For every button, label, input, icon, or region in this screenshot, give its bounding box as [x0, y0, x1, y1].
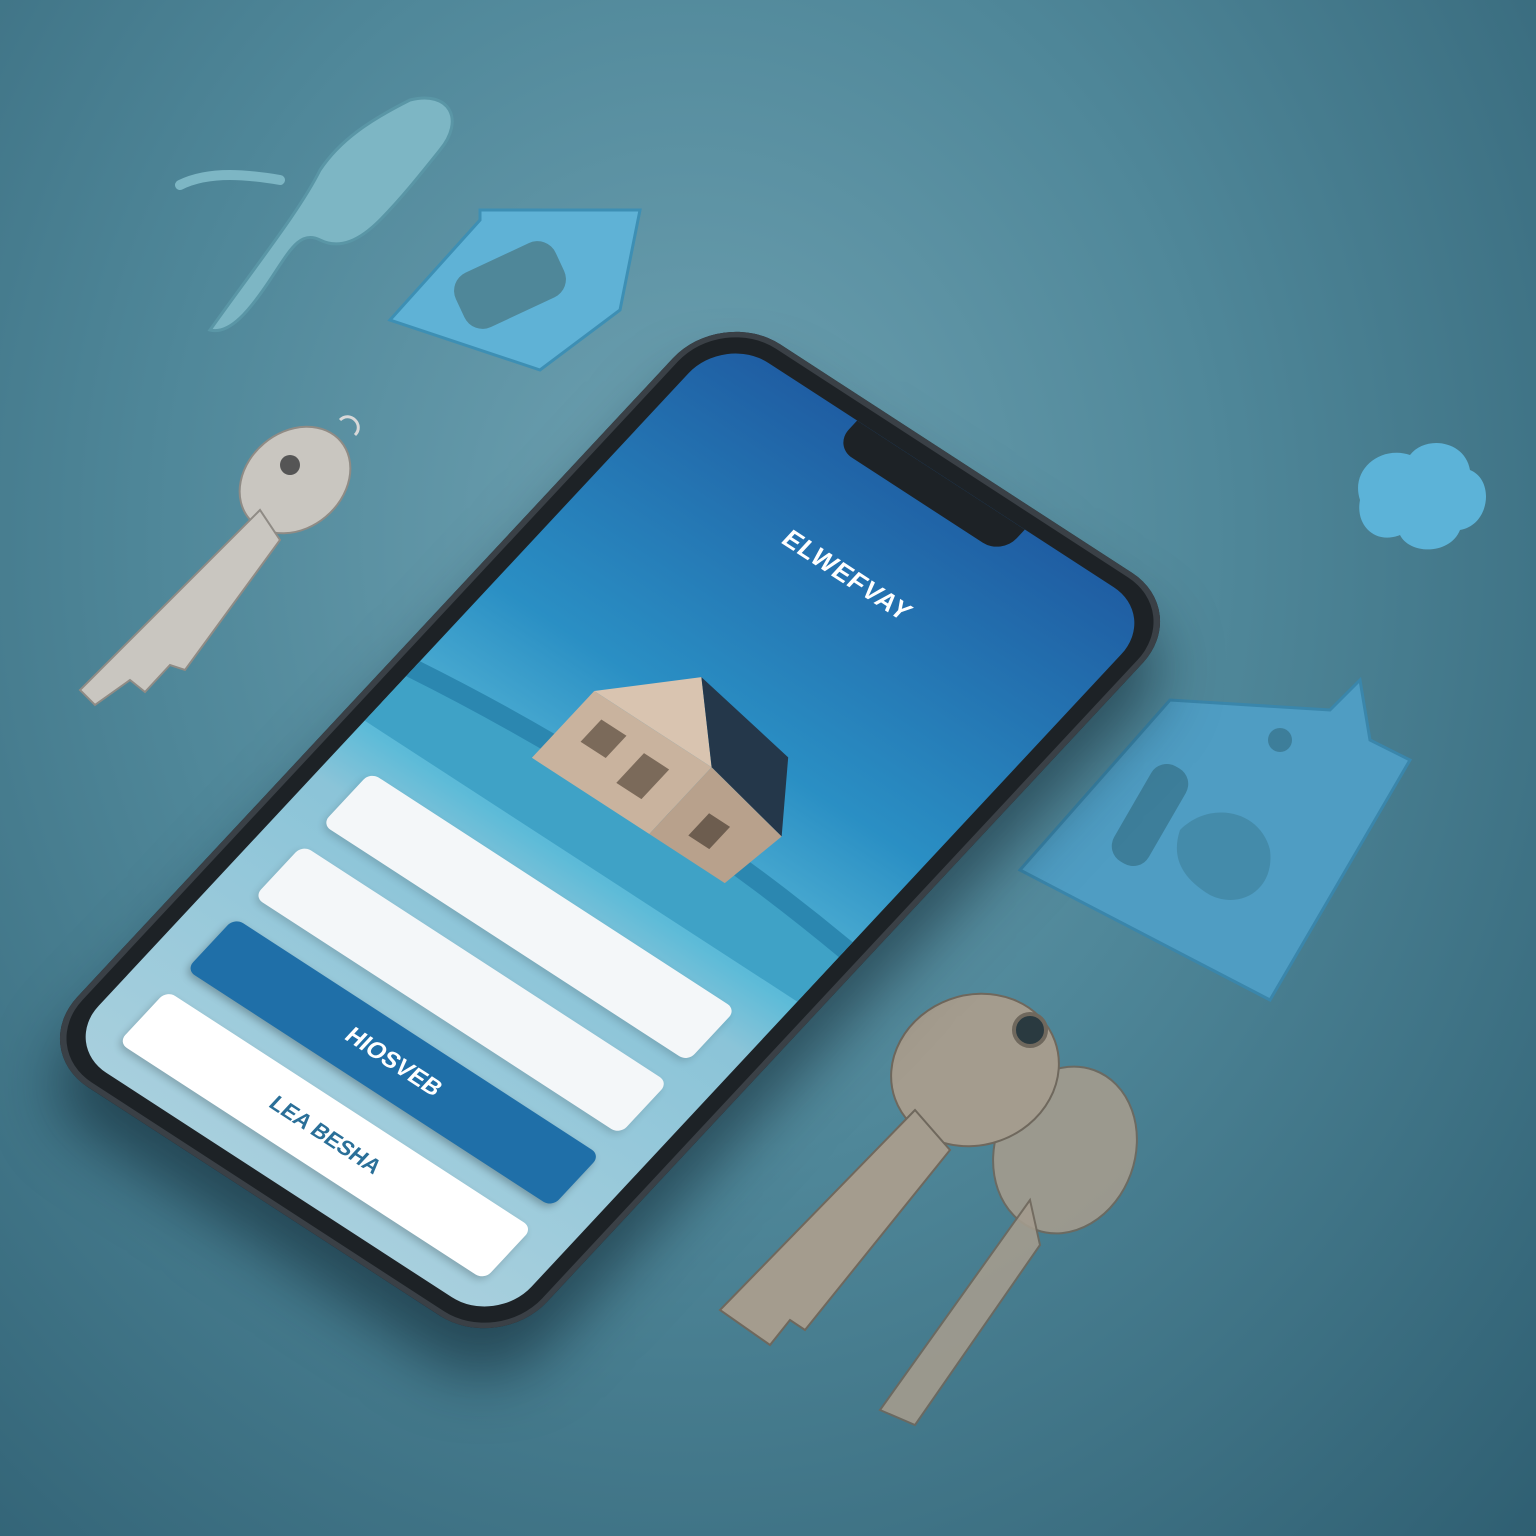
cloud-icon: [1358, 443, 1487, 550]
desk-scene: ELWEFVAY HIOSVEB LEA BESHA: [0, 0, 1536, 1536]
house-cutout-icon: [387, 208, 642, 372]
phone-notch: [833, 420, 1025, 555]
key-icon: [718, 992, 1138, 1427]
key-icon: [78, 415, 360, 707]
